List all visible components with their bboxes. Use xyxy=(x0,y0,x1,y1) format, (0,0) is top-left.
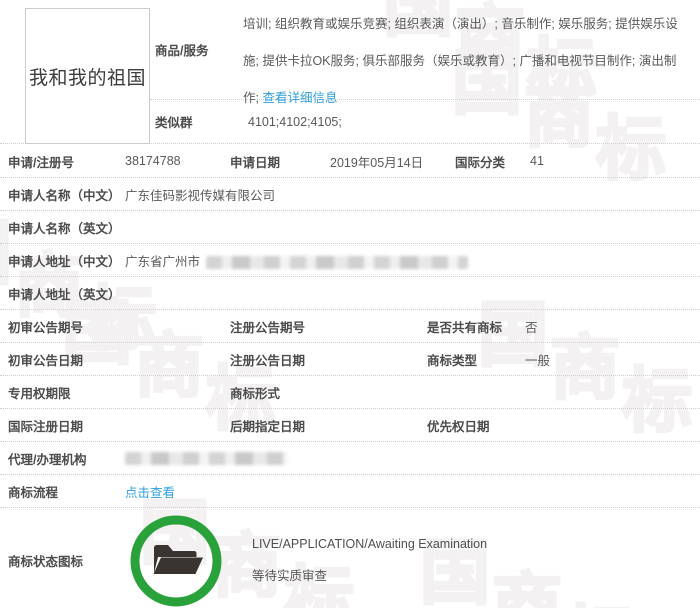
status-row: 商标状态图标 LIVE/APPLICATION/Awaiting Examina… xyxy=(0,508,700,608)
international-registration-date-label: 国际注册日期 xyxy=(8,419,84,434)
agency-value xyxy=(125,451,700,466)
process-row: 商标流程 点击查看 xyxy=(0,475,700,508)
applicant-address-en-label: 申请人地址（英文） xyxy=(8,287,121,302)
international-class-value: 41 xyxy=(530,154,544,168)
status-english-text: LIVE/APPLICATION/Awaiting Examination xyxy=(252,536,488,551)
applicant-name-cn-label: 申请人名称（中文） xyxy=(8,188,121,203)
registration-publication-date-label: 注册公告日期 xyxy=(230,353,306,368)
top-section: 我和我的祖国 商品/服务 培训; 组织教育或娱乐竞赛; 组织表演（演出）; 音乐… xyxy=(0,0,700,145)
status-folder-icon xyxy=(128,512,224,608)
applicant-address-en-row: 申请人地址（英文） xyxy=(0,277,700,310)
status-texts: LIVE/APPLICATION/Awaiting Examination 等待… xyxy=(252,537,487,584)
registration-publication-number-label: 注册公告期号 xyxy=(230,320,306,335)
application-number-row: 申请/注册号 38174788 申请日期 2019年05月14日 国际分类 41 xyxy=(0,145,700,178)
later-designation-date-label: 后期指定日期 xyxy=(230,419,306,434)
process-label: 商标流程 xyxy=(8,485,59,500)
applicant-address-cn-row: 申请人地址（中文） 广东省广州市 xyxy=(0,244,700,277)
international-dates-row: 国际注册日期 后期指定日期 优先权日期 xyxy=(0,409,700,442)
trademark-type-value: 一般 xyxy=(525,353,551,368)
publication-number-row: 初审公告期号 注册公告期号 是否共有商标 否 xyxy=(0,310,700,343)
similar-group-value: 4101;4102;4105; xyxy=(248,114,342,129)
goods-services-row: 商品/服务 培训; 组织教育或娱乐竞赛; 组织表演（演出）; 音乐制作; 娱乐服… xyxy=(150,0,700,105)
applicant-address-cn-label: 申请人地址（中文） xyxy=(8,254,121,269)
application-date-value: 2019年05月14日 xyxy=(330,155,424,170)
trademark-name: 我和我的祖国 xyxy=(28,67,146,89)
shared-trademark-value: 否 xyxy=(525,320,538,335)
agency-label: 代理/办理机构 xyxy=(8,452,87,467)
applicant-name-en-label: 申请人名称（英文） xyxy=(8,221,121,236)
trademark-detail-page: 国商标 国商标 国商标 国商标 国商标 国商标 国商标 我和我的祖国 商品/服务… xyxy=(0,0,700,608)
folder-in-ring-icon xyxy=(130,515,222,607)
goods-services-value: 培训; 组织教育或娱乐竞赛; 组织表演（演出）; 音乐制作; 娱乐服务; 提供娱… xyxy=(243,0,700,105)
trademark-type-label: 商标类型 xyxy=(427,353,478,368)
application-number-label: 申请/注册号 xyxy=(8,155,74,170)
redacted-address xyxy=(206,255,469,269)
redacted-agency xyxy=(125,452,287,466)
applicant-name-cn-value: 广东佳码影视传媒有限公司 xyxy=(125,188,276,203)
status-label: 商标状态图标 xyxy=(8,554,84,569)
application-number-value: 38174788 xyxy=(125,154,181,168)
applicant-name-en-row: 申请人名称（英文） xyxy=(0,211,700,244)
first-publication-date-label: 初审公告日期 xyxy=(8,353,84,368)
agency-row: 代理/办理机构 xyxy=(0,442,700,475)
publication-date-row: 初审公告日期 注册公告日期 商标类型 一般 xyxy=(0,343,700,376)
trademark-form-label: 商标形式 xyxy=(230,386,281,401)
first-publication-number-label: 初审公告期号 xyxy=(8,320,84,335)
international-class-label: 国际分类 xyxy=(455,155,506,170)
application-date-label: 申请日期 xyxy=(230,155,281,170)
shared-trademark-label: 是否共有商标 xyxy=(427,320,503,335)
status-chinese-text: 等待实质审查 xyxy=(252,568,328,583)
goods-services-label: 商品/服务 xyxy=(155,44,209,58)
exclusive-period-row: 专用权期限 商标形式 xyxy=(0,376,700,409)
priority-date-label: 优先权日期 xyxy=(427,419,490,434)
applicant-address-cn-value: 广东省广州市 xyxy=(125,251,700,270)
view-process-link[interactable]: 点击查看 xyxy=(125,486,175,500)
address-prefix-text: 广东省广州市 xyxy=(125,254,201,269)
trademark-image: 我和我的祖国 xyxy=(25,8,150,144)
view-details-link[interactable]: 查看详细信息 xyxy=(262,91,337,105)
applicant-name-cn-row: 申请人名称（中文） 广东佳码影视传媒有限公司 xyxy=(0,178,700,211)
folder-flap xyxy=(153,557,203,574)
exclusive-period-label: 专用权期限 xyxy=(8,386,71,401)
